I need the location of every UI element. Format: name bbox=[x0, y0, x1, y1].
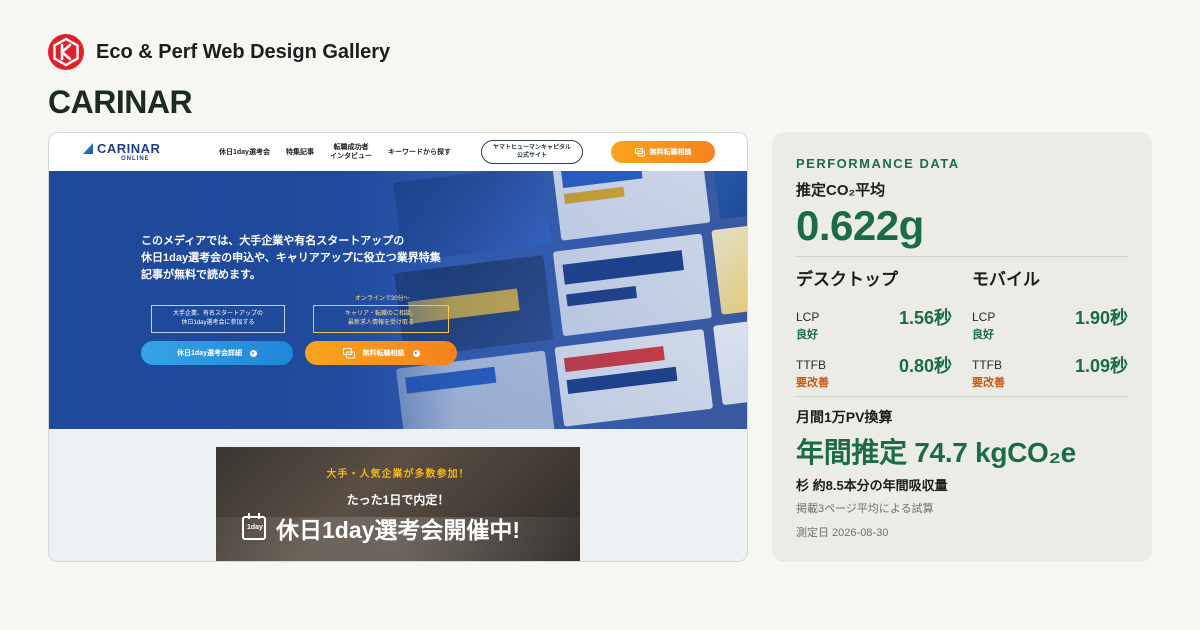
co2-label: 推定CO₂平均 bbox=[796, 182, 886, 199]
screenshot-official-site-pill: ヤマトヒューマンキャピタル 公式サイト bbox=[481, 140, 583, 164]
metric-name: TTFB bbox=[796, 358, 826, 372]
info-box-line: 休日1day選考会に参加する bbox=[181, 320, 255, 326]
metric-name: LCP bbox=[796, 310, 820, 324]
pill-line: 公式サイト bbox=[516, 153, 547, 159]
metric-value: 1.56秒 bbox=[898, 308, 952, 328]
info-box-line: 大手企業、有名スタートアップの bbox=[172, 311, 263, 317]
metric-name: TTFB bbox=[972, 358, 1002, 372]
trees-equivalent: 杉 約8.5本分の年間吸収量 bbox=[796, 478, 948, 493]
screenshot-cta-label: 無料転職相談 bbox=[649, 149, 692, 156]
banner-title: 1day 休日1day選考会開催中! bbox=[242, 511, 520, 545]
chat-icon bbox=[634, 147, 645, 156]
measured-date: 測定日 2026-08-30 bbox=[796, 527, 889, 539]
hero-consult-button: 無料転職相談 bbox=[305, 341, 457, 365]
screenshot-menu: 休日1day選考会 特集記事 転職成功者 インタビュー キーワードから探す bbox=[219, 133, 451, 171]
hero-selection-button: 休日1day選考会詳細 bbox=[141, 341, 293, 365]
metric-name: LCP bbox=[972, 310, 996, 324]
hero-button-label: 休日1day選考会詳細 bbox=[177, 350, 242, 357]
screenshot-menu-item: 休日1day選考会 bbox=[219, 148, 270, 156]
screenshot-cta: 無料転職相談 bbox=[611, 141, 715, 163]
metric-status: 要改善 bbox=[972, 377, 1005, 389]
screenshot-menu-item: キーワードから探す bbox=[387, 148, 451, 156]
hero-intro: このメディアでは、大手企業や有名スタートアップの 休日1day選考会の申込や、キ… bbox=[141, 233, 441, 284]
screenshot-navbar: CARINAR ONLINE 休日1day選考会 特集記事 転職成功者 インタビ… bbox=[49, 133, 747, 171]
desktop-lcp: LCP 良好 1.56秒 bbox=[796, 296, 952, 341]
hero-button-label: 無料転職相談 bbox=[362, 350, 405, 357]
hero-online-note: オンラインで30分〜 bbox=[355, 296, 410, 302]
gallery-name: Eco & Perf Web Design Gallery bbox=[96, 40, 391, 63]
hero-info-box-consult: キャリア・転職のご相談、 最新求人情報を受け取る bbox=[313, 305, 449, 333]
arrow-icon bbox=[249, 349, 257, 357]
mobile-ttfb: TTFB 要改善 1.09秒 bbox=[972, 344, 1128, 389]
gallery-logo-icon bbox=[48, 34, 84, 70]
carinar-mark-icon bbox=[83, 143, 93, 154]
screenshot-menu-item: 転職成功者 インタビュー bbox=[329, 144, 372, 160]
banner-subline: たった1日で内定！ bbox=[346, 493, 450, 507]
estimate-basis: 掲載3ページ平均による試算 bbox=[796, 503, 934, 515]
hero-intro-line: 休日1day選考会の申込や、キャリアアップに役立つ業界特集 bbox=[141, 252, 441, 264]
hero-intro-line: このメディアでは、大手企業や有名スタートアップの bbox=[141, 235, 405, 247]
metric-value: 0.80秒 bbox=[898, 356, 952, 376]
pill-line: ヤマトヒューマンキャピタル bbox=[492, 145, 571, 151]
metric-status: 良好 bbox=[796, 329, 818, 341]
metric-value: 1.90秒 bbox=[1074, 308, 1128, 328]
calendar-icon-text: 1day bbox=[247, 524, 263, 531]
screenshot-logo-text: CARINAR bbox=[97, 141, 161, 156]
calendar-icon: 1day bbox=[242, 513, 266, 540]
screenshot-logo-sub: ONLINE bbox=[121, 156, 150, 162]
metric-status: 良好 bbox=[972, 329, 994, 341]
info-box-line: 最新求人情報を受け取る bbox=[347, 320, 414, 326]
site-title: CARINAR bbox=[48, 84, 193, 120]
device-metrics: デスクトップ LCP 良好 1.56秒 TTFB 要改善 0.80秒 モバイル … bbox=[796, 265, 1128, 389]
banner-title-text: 休日1day選考会開催中! bbox=[276, 517, 521, 543]
mobile-title: モバイル bbox=[972, 270, 1040, 289]
mobile-lcp: LCP 良好 1.90秒 bbox=[972, 296, 1128, 341]
divider bbox=[796, 396, 1128, 397]
arrow-icon bbox=[412, 349, 420, 357]
performance-card: PERFORMANCE DATA 推定CO₂平均 0.622g デスクトップ L… bbox=[772, 132, 1152, 562]
website-screenshot[interactable]: CARINAR ONLINE 休日1day選考会 特集記事 転職成功者 インタビ… bbox=[48, 132, 748, 562]
info-box-line: キャリア・転職のご相談、 bbox=[344, 311, 417, 317]
hero-intro-line: 記事が無料で読めます。 bbox=[141, 269, 261, 281]
screenshot-hero: このメディアでは、大手企業や有名スタートアップの 休日1day選考会の申込や、キ… bbox=[49, 171, 747, 429]
chat-icon bbox=[342, 347, 355, 358]
divider bbox=[796, 256, 1128, 257]
screenshot-logo: CARINAR ONLINE bbox=[83, 141, 160, 162]
desktop-ttfb: TTFB 要改善 0.80秒 bbox=[796, 344, 952, 389]
monthly-value: 年間推定 74.7 kgCO₂e bbox=[796, 437, 1076, 468]
banner-headline: 大手・人気企業が多数参加！ bbox=[326, 469, 470, 480]
screenshot-menu-item: 特集記事 bbox=[285, 148, 314, 156]
co2-value: 0.622g bbox=[796, 202, 924, 249]
gallery-brand[interactable]: Eco & Perf Web Design Gallery bbox=[48, 34, 390, 70]
metric-status: 要改善 bbox=[796, 377, 829, 389]
mobile-metrics: モバイル LCP 良好 1.90秒 TTFB 要改善 1.09秒 bbox=[972, 265, 1128, 389]
monthly-label: 月間1万PV換算 bbox=[796, 409, 893, 425]
desktop-title: デスクトップ bbox=[796, 270, 898, 289]
screenshot-event-banner: 大手・人気企業が多数参加！ たった1日で内定！ 1day 休日1day選考会開催… bbox=[216, 447, 580, 561]
desktop-metrics: デスクトップ LCP 良好 1.56秒 TTFB 要改善 0.80秒 bbox=[796, 265, 952, 389]
metric-value: 1.09秒 bbox=[1074, 356, 1128, 376]
hero-info-box-selection: 大手企業、有名スタートアップの 休日1day選考会に参加する bbox=[151, 305, 285, 333]
performance-eyebrow: PERFORMANCE DATA bbox=[796, 156, 960, 171]
